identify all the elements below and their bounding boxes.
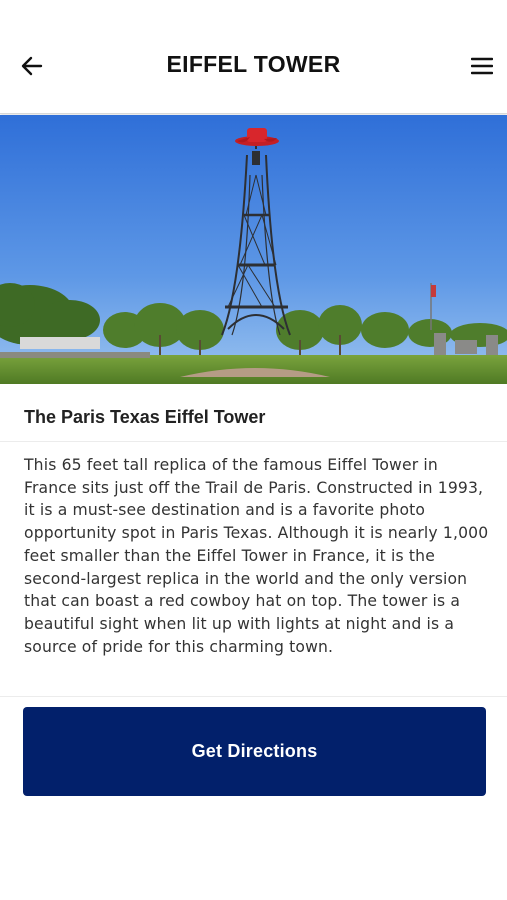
menu-button[interactable] (464, 50, 500, 82)
back-button[interactable] (14, 50, 50, 82)
get-directions-button[interactable]: Get Directions (23, 707, 486, 796)
divider (0, 696, 507, 697)
eiffel-tower-photo (0, 115, 507, 384)
hamburger-menu-icon (471, 57, 493, 75)
arrow-left-icon (21, 56, 43, 76)
attraction-title: The Paris Texas Eiffel Tower (24, 407, 266, 427)
app-screen: EIFFEL TOWER The Paris Texas Eiffel Towe… (0, 0, 507, 900)
page-title: EIFFEL TOWER (166, 51, 341, 77)
attraction-description: This 65 feet tall replica of the famous … (24, 456, 489, 656)
divider (0, 441, 507, 442)
hero-image (0, 115, 507, 384)
top-app-bar: EIFFEL TOWER (0, 0, 507, 114)
